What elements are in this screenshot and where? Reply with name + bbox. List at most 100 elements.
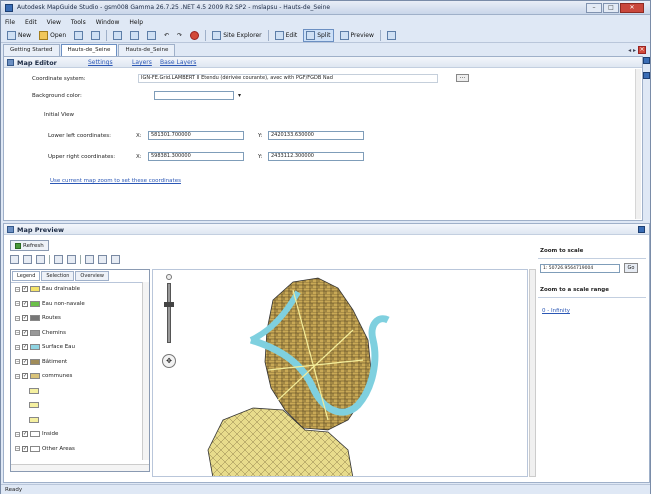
chevron-down-icon[interactable]: ▾ bbox=[238, 92, 241, 99]
open-button[interactable]: Open bbox=[37, 30, 68, 41]
zoom-in-icon[interactable] bbox=[54, 255, 63, 264]
legend-layer-item[interactable] bbox=[29, 402, 41, 408]
menu-tools[interactable]: Tools bbox=[71, 19, 86, 26]
copy-button[interactable] bbox=[128, 30, 141, 41]
zoom-out-icon[interactable] bbox=[67, 255, 76, 264]
pan-control-icon[interactable]: ✥ bbox=[162, 354, 176, 368]
select-icon[interactable] bbox=[23, 255, 32, 264]
cut-button[interactable] bbox=[111, 30, 124, 41]
zoom-slider-thumb[interactable] bbox=[164, 302, 174, 307]
menu-view[interactable]: View bbox=[47, 19, 61, 26]
menu-edit[interactable]: Edit bbox=[25, 19, 37, 26]
lower-left-y-input[interactable]: 2420133.630000 bbox=[268, 131, 364, 140]
pan-icon[interactable] bbox=[10, 255, 19, 264]
layer-visibility-checkbox[interactable]: ✓ bbox=[22, 373, 28, 379]
legend-layer-item[interactable]: − ✓ Inside bbox=[15, 431, 58, 437]
expand-collapse-icon[interactable]: − bbox=[15, 301, 20, 306]
expand-collapse-icon[interactable]: − bbox=[15, 446, 20, 451]
tab-hauts-de-seine-map[interactable]: Hauts-de_Seine bbox=[60, 44, 118, 56]
coordinate-system-browse-button[interactable]: ... bbox=[456, 74, 469, 82]
stop-button[interactable] bbox=[188, 30, 201, 41]
tab-scroll-arrows-icon[interactable]: ◂ ▸ bbox=[628, 47, 636, 54]
expand-collapse-icon[interactable]: − bbox=[15, 286, 20, 292]
split-button[interactable]: Split bbox=[303, 28, 334, 42]
close-tab-button[interactable]: × bbox=[638, 46, 646, 54]
upper-right-y-input[interactable]: 2433112.300000 bbox=[268, 152, 364, 161]
zoom-in-knob-icon[interactable] bbox=[166, 274, 172, 280]
layer-visibility-checkbox[interactable]: ✓ bbox=[22, 300, 28, 307]
edit-button[interactable]: Edit bbox=[273, 30, 300, 41]
tab-getting-started[interactable]: Getting Started bbox=[3, 44, 60, 56]
pin-icon[interactable] bbox=[638, 226, 645, 233]
site-explorer-button[interactable]: Site Explorer bbox=[210, 30, 263, 41]
expand-collapse-icon[interactable]: − bbox=[15, 373, 20, 379]
save-button[interactable] bbox=[72, 30, 85, 41]
refresh-button[interactable]: Refresh bbox=[10, 240, 49, 251]
legend-layer-item[interactable] bbox=[29, 416, 41, 423]
preview-button[interactable]: Preview bbox=[338, 30, 376, 41]
expand-collapse-icon[interactable]: − bbox=[15, 344, 20, 350]
tab-overview[interactable]: Overview bbox=[75, 271, 109, 281]
undo-button[interactable]: ↶ bbox=[162, 31, 171, 40]
help-button[interactable] bbox=[385, 30, 398, 41]
settings-link[interactable]: Settings bbox=[88, 59, 113, 66]
map-canvas[interactable]: ✥ bbox=[152, 269, 528, 477]
editor-scrollbar[interactable] bbox=[635, 69, 641, 219]
layer-visibility-checkbox[interactable]: ✓ bbox=[22, 329, 28, 336]
legend-layer-item[interactable]: − ✓ Other Areas bbox=[15, 445, 75, 452]
layer-swatch-icon bbox=[30, 445, 40, 452]
legend-layer-item[interactable]: − ✓ Bâtiment bbox=[15, 358, 67, 365]
redo-button[interactable]: ↷ bbox=[175, 31, 184, 40]
layer-visibility-checkbox[interactable]: ✓ bbox=[22, 431, 28, 437]
dock-icon[interactable] bbox=[643, 72, 650, 79]
layer-visibility-checkbox[interactable]: ✓ bbox=[22, 315, 28, 321]
tab-selection[interactable]: Selection bbox=[41, 271, 75, 281]
save-all-button[interactable] bbox=[89, 30, 102, 41]
legend-layer-item[interactable]: − ✓ Eau drainable bbox=[15, 286, 80, 292]
menu-help[interactable]: Help bbox=[129, 19, 143, 26]
paste-button[interactable] bbox=[145, 30, 158, 41]
expand-collapse-icon[interactable]: − bbox=[15, 431, 20, 437]
legend-scrollbar[interactable] bbox=[142, 282, 149, 460]
legend-layer-item[interactable]: − ✓ communes bbox=[15, 373, 72, 379]
upper-right-x-input[interactable]: 598381.300000 bbox=[148, 152, 244, 161]
layer-visibility-checkbox[interactable]: ✓ bbox=[22, 286, 28, 292]
legend-layer-item[interactable]: − ✓ Eau non-navale bbox=[15, 300, 85, 307]
lower-left-x-input[interactable]: 581301.700000 bbox=[148, 131, 244, 140]
new-button[interactable]: New bbox=[5, 30, 33, 41]
minimize-button[interactable]: – bbox=[586, 3, 602, 13]
menu-window[interactable]: Window bbox=[96, 19, 120, 26]
previous-view-icon[interactable] bbox=[98, 255, 107, 264]
expand-collapse-icon[interactable]: − bbox=[15, 359, 20, 364]
layers-link[interactable]: Layers bbox=[132, 59, 152, 66]
map-scrollbar[interactable] bbox=[529, 269, 536, 477]
legend-layer-item[interactable]: − ✓ Surface Eau bbox=[15, 344, 75, 350]
legend-horizontal-scrollbar[interactable] bbox=[11, 464, 149, 471]
menu-file[interactable]: File bbox=[5, 19, 15, 26]
background-color-picker[interactable] bbox=[154, 91, 234, 100]
go-button[interactable]: Go bbox=[624, 263, 638, 273]
zoom-slider[interactable]: ✥ bbox=[159, 274, 179, 374]
legend-layer-item[interactable]: − ✓ Routes bbox=[15, 315, 61, 321]
app-icon bbox=[5, 4, 13, 12]
tab-hauts-de-seine-layout[interactable]: Hauts-de_Seine bbox=[118, 44, 176, 56]
zoom-rect-icon[interactable] bbox=[36, 255, 45, 264]
legend-layer-item[interactable]: − ✓ Chemins bbox=[15, 329, 66, 336]
layer-visibility-checkbox[interactable]: ✓ bbox=[22, 445, 28, 452]
tab-legend[interactable]: Legend bbox=[12, 271, 41, 281]
base-layers-link[interactable]: Base Layers bbox=[160, 59, 196, 66]
legend-layer-item[interactable] bbox=[29, 387, 41, 394]
expand-collapse-icon[interactable]: − bbox=[15, 330, 20, 335]
zoom-extents-icon[interactable] bbox=[85, 255, 94, 264]
use-current-zoom-link[interactable]: Use current map zoom to set these coordi… bbox=[50, 178, 181, 184]
layer-visibility-checkbox[interactable]: ✓ bbox=[22, 358, 28, 365]
maximize-button[interactable]: □ bbox=[603, 3, 619, 13]
close-button[interactable]: ✕ bbox=[620, 3, 644, 13]
scale-range-link[interactable]: 0 - Infinity bbox=[542, 308, 570, 314]
next-view-icon[interactable] bbox=[111, 255, 120, 264]
pin-icon[interactable] bbox=[643, 57, 650, 64]
layer-visibility-checkbox[interactable]: ✓ bbox=[22, 344, 28, 350]
zoom-slider-track[interactable] bbox=[167, 283, 171, 343]
scale-input[interactable]: 1: 50726.9564719004 bbox=[540, 264, 620, 273]
expand-collapse-icon[interactable]: − bbox=[15, 315, 20, 321]
